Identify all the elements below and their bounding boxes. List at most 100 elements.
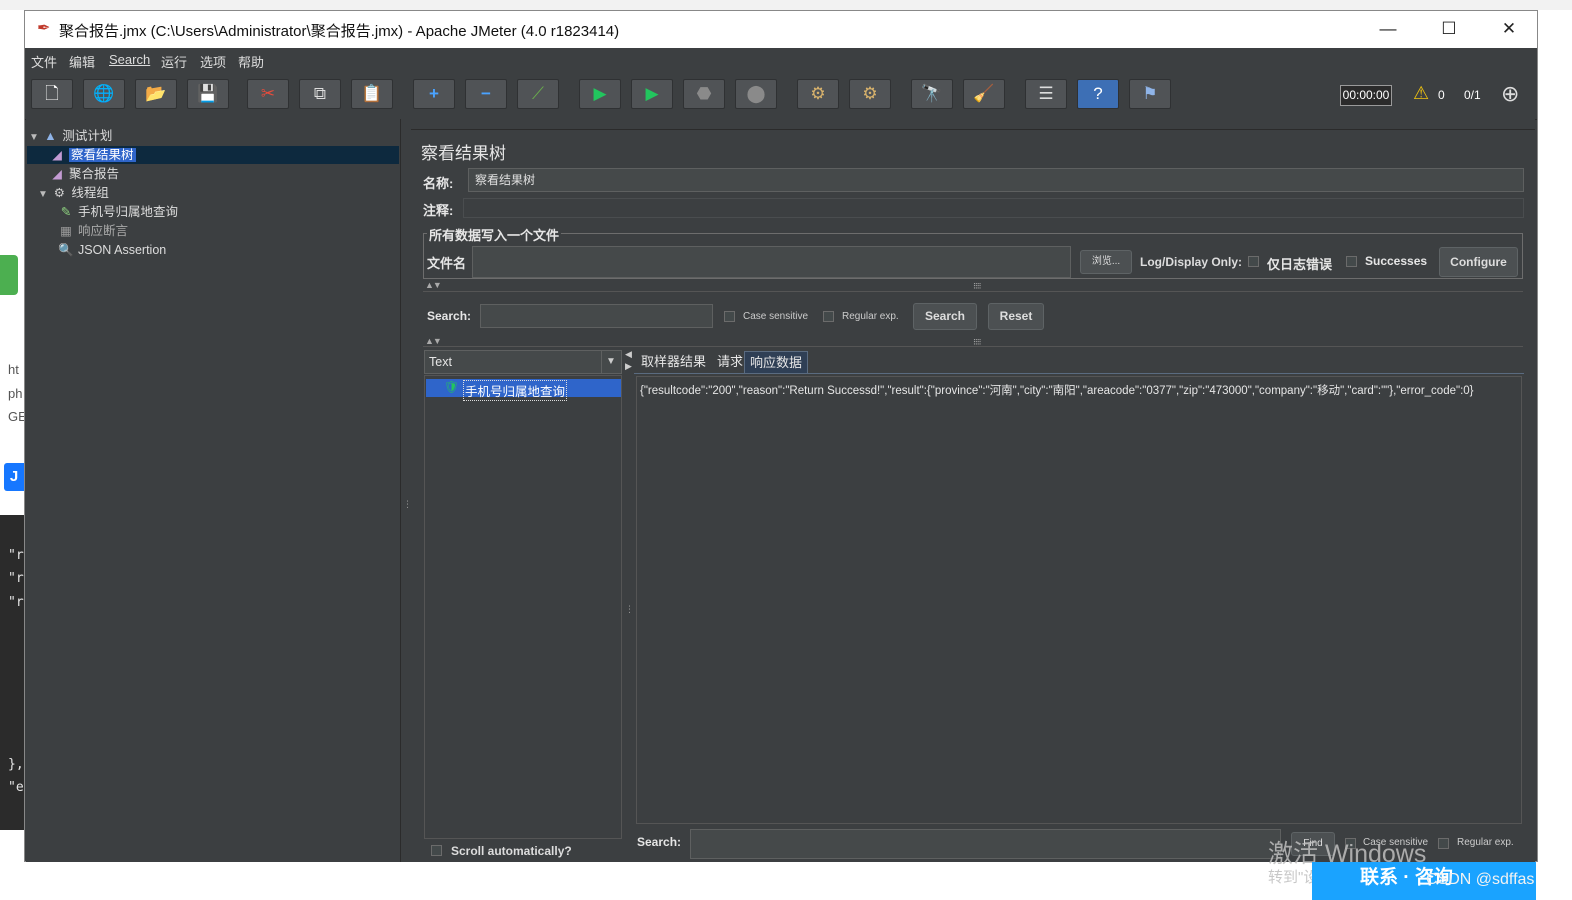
listener-icon: ◢ [52, 167, 62, 181]
panel-title: 察看结果树 [421, 144, 506, 163]
regular-exp-checkbox[interactable] [823, 311, 834, 322]
tree-toggle-icon[interactable]: ▼ [38, 189, 48, 200]
comment-input[interactable] [463, 198, 1524, 218]
tree-node-response-assertion[interactable]: ▦ 响应断言 [58, 222, 128, 240]
expand-icon: + [429, 84, 439, 103]
response-search-input[interactable] [690, 829, 1281, 859]
tab-request[interactable]: 请求 [712, 351, 748, 373]
chevron-down-icon[interactable]: ▼ [601, 351, 620, 373]
start-icon: ▶ [593, 84, 607, 103]
minimize-button[interactable]: — [1376, 17, 1400, 41]
menu-options[interactable]: 选项 [200, 52, 226, 71]
shutdown-button[interactable]: ⬤ [735, 79, 777, 109]
clear-all-icon: ⚙ [862, 84, 878, 103]
menu-file[interactable]: 文件 [31, 52, 57, 71]
browse-button[interactable]: 浏览... [1080, 250, 1132, 274]
tree-node-view-results-tree[interactable]: ◢ 察看结果树 [27, 146, 399, 164]
result-item-label: 手机号归属地查询 [463, 380, 568, 401]
tree-node-json-assertion[interactable]: 🔍 JSON Assertion [58, 241, 166, 259]
menu-search[interactable]: Search [109, 52, 150, 67]
bg-code-line: }, [8, 757, 24, 772]
splitter-grip-icon[interactable]: ⋮ [625, 604, 634, 615]
bg-code-line: "r [8, 571, 24, 586]
result-item[interactable]: 🛡 手机号归属地查询 [426, 379, 621, 401]
browser-page-right [1538, 10, 1572, 900]
results-splitter[interactable]: ◀ ▶ ⋮ [625, 349, 634, 839]
help-button[interactable]: ? [1077, 79, 1119, 109]
tree-node-label: 线程组 [71, 186, 109, 200]
response-regular-exp-checkbox[interactable] [1438, 838, 1449, 849]
paste-icon: 📋 [361, 84, 383, 103]
warning-count: 0 [1438, 88, 1445, 102]
case-sensitive-checkbox[interactable] [724, 311, 735, 322]
copy-button[interactable]: ⧉ [299, 79, 341, 109]
start-no-pauses-button[interactable]: ▶ [631, 79, 673, 109]
paste-button[interactable]: 📋 [351, 79, 393, 109]
listener-icon: ◢ [52, 148, 62, 162]
new-button[interactable]: 🗋 [31, 79, 73, 109]
reset-search-button[interactable]: 🧹 [963, 79, 1005, 109]
scroll-auto-checkbox[interactable] [431, 845, 442, 856]
jmeter-window: ✒ 聚合报告.jmx (C:\Users\Administrator\聚合报告.… [24, 10, 1538, 862]
tree-node-test-plan[interactable]: ▼ ▲ 测试计划 [29, 127, 399, 145]
templates-icon: 🌐 [93, 84, 115, 103]
menu-run[interactable]: 运行 [161, 52, 187, 71]
errors-only-checkbox[interactable] [1248, 256, 1259, 267]
response-search-label: Search: [637, 835, 682, 849]
filename-input[interactable] [472, 246, 1071, 278]
collapse-all-button[interactable]: − [465, 79, 507, 109]
templates-button[interactable]: 🌐 [83, 79, 125, 109]
title-bar[interactable]: ✒ 聚合报告.jmx (C:\Users\Administrator\聚合报告.… [25, 11, 1537, 48]
menu-help[interactable]: 帮助 [238, 52, 264, 71]
renderer-select[interactable]: Text ▼ [424, 350, 622, 374]
status-indicator-icon: ⊕ [1501, 81, 1520, 106]
menu-edit[interactable]: 编辑 [69, 52, 95, 71]
tab-response-data[interactable]: 响应数据 [744, 351, 809, 374]
split-arrows-icon[interactable]: ▲▼ [425, 280, 442, 290]
split-arrows-icon[interactable]: ▲▼ [425, 336, 442, 346]
stop-icon: ⬣ [696, 84, 712, 103]
collapse-left-icon[interactable]: ◀ [625, 349, 632, 360]
test-plan-icon: ▲ [44, 129, 57, 143]
successes-checkbox[interactable] [1346, 256, 1357, 267]
collapse-icon: − [481, 84, 491, 103]
case-sensitive-label: Case sensitive [743, 311, 809, 322]
bg-code-block: "r "r "r }, "e [0, 515, 24, 830]
clear-button[interactable]: ⚙ [797, 79, 839, 109]
remote-button[interactable]: ⚑ [1129, 79, 1171, 109]
tree-node-thread-group[interactable]: ▼ ⚙ 线程组 [38, 184, 109, 202]
search-button[interactable]: 🔭 [911, 79, 953, 109]
name-input[interactable]: 察看结果树 [468, 168, 1524, 192]
expand-all-button[interactable]: + [413, 79, 455, 109]
new-icon: 🗋 [45, 84, 59, 103]
collapse-right-icon[interactable]: ▶ [625, 361, 632, 372]
response-data-area[interactable]: {"resultcode":"200","reason":"Return Suc… [636, 376, 1522, 824]
response-regular-exp-label: Regular exp. [1457, 837, 1514, 848]
warning-icon[interactable]: ⚠ [1413, 83, 1429, 104]
result-tabs: 取样器结果 请求 响应数据 [634, 351, 934, 374]
search-submit-button[interactable]: Search [913, 303, 977, 330]
start-button[interactable]: ▶ [579, 79, 621, 109]
toggle-button[interactable]: ⟋ [517, 79, 559, 109]
tab-sampler-result[interactable]: 取样器结果 [636, 351, 711, 373]
function-helper-button[interactable]: ☰ [1025, 79, 1067, 109]
save-button[interactable]: 💾 [187, 79, 229, 109]
reset-button[interactable]: Reset [988, 303, 1044, 330]
cut-button[interactable]: ✂ [247, 79, 289, 109]
clear-all-button[interactable]: ⚙ [849, 79, 891, 109]
tree-node-label: 手机号归属地查询 [78, 205, 179, 219]
tree-node-aggregate-report[interactable]: ◢ 聚合报告 [27, 165, 119, 183]
close-button[interactable]: ✕ [1497, 17, 1521, 41]
json-assertion-icon: 🔍 [58, 243, 74, 257]
configure-button[interactable]: Configure [1439, 247, 1518, 277]
function-helper-icon: ☰ [1038, 84, 1054, 103]
open-button[interactable]: 📂 [135, 79, 177, 109]
tree-node-http-sampler[interactable]: ✎ 手机号归属地查询 [58, 203, 178, 221]
help-icon: ? [1093, 84, 1103, 103]
cut-icon: ✂ [260, 84, 276, 103]
maximize-button[interactable]: ☐ [1437, 17, 1461, 41]
toggle-icon: ⟋ [532, 84, 544, 103]
stop-button[interactable]: ⬣ [683, 79, 725, 109]
tree-toggle-icon[interactable]: ▼ [29, 132, 39, 143]
search-input[interactable] [480, 304, 713, 328]
